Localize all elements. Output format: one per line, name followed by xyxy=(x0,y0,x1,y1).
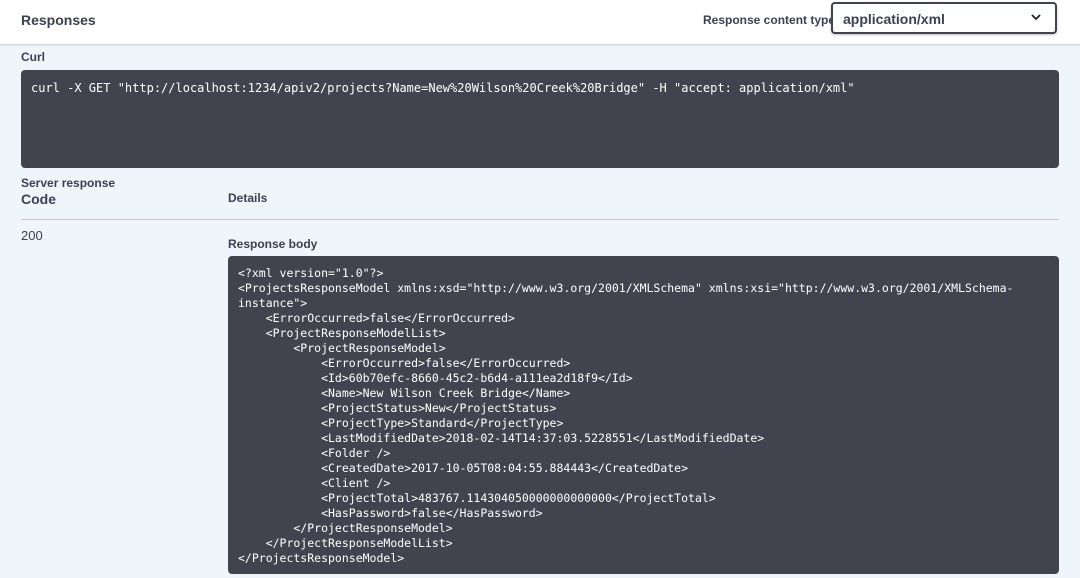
server-response-label: Server response xyxy=(21,176,116,190)
curl-command-block[interactable]: curl -X GET "http://localhost:1234/apiv2… xyxy=(21,70,1059,168)
response-status-code: 200 xyxy=(21,228,43,243)
curl-label: Curl xyxy=(21,50,45,64)
response-body-label: Response body xyxy=(228,237,318,251)
response-body-block[interactable]: <?xml version="1.0"?> <ProjectsResponseM… xyxy=(228,256,1059,574)
table-divider xyxy=(21,219,1059,220)
response-content-type-label: Response content type xyxy=(703,13,836,27)
chevron-down-icon xyxy=(1031,14,1041,21)
code-column-header: Code xyxy=(21,191,56,207)
details-column-header: Details xyxy=(228,191,268,205)
response-content-type-select[interactable]: application/xml xyxy=(831,2,1057,34)
response-content-type-value: application/xml xyxy=(843,11,945,27)
responses-title: Responses xyxy=(21,12,96,28)
responses-header: Responses Response content type applicat… xyxy=(0,0,1080,45)
